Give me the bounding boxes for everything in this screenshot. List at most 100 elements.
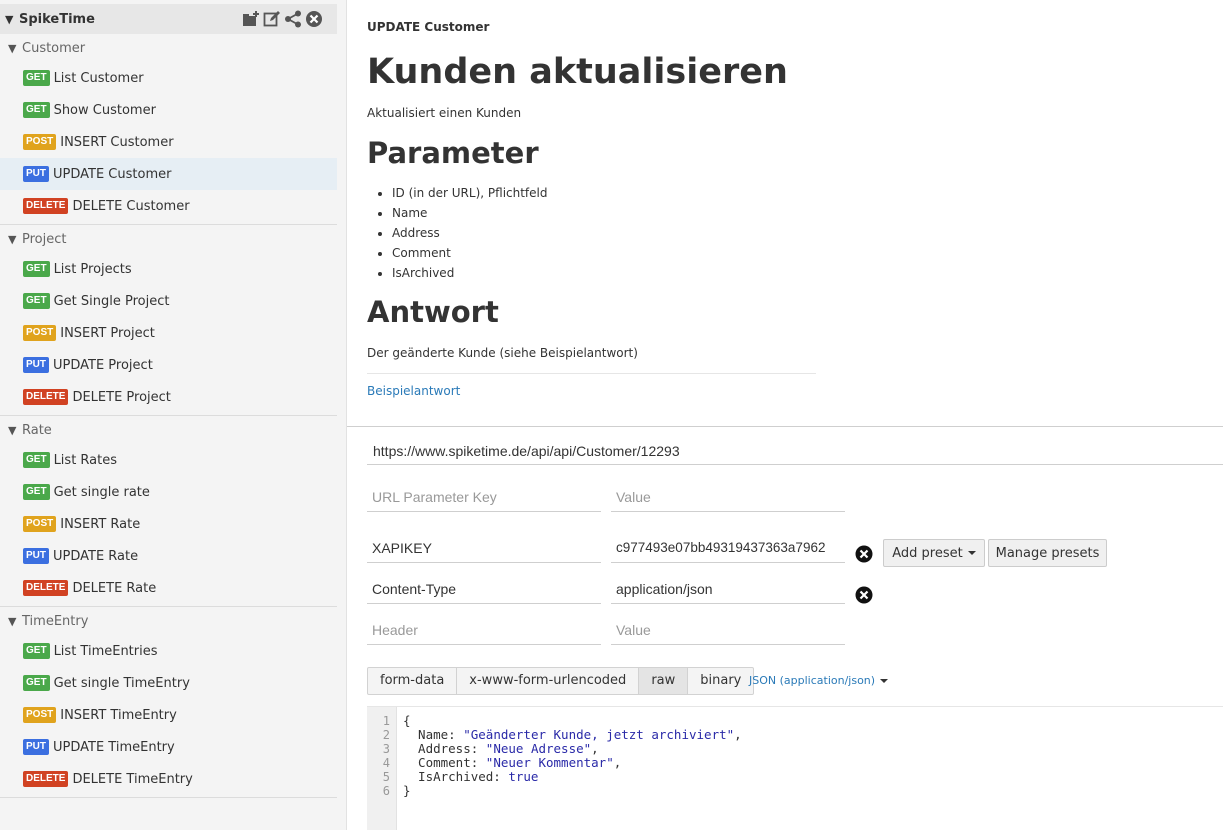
body-mode-dropdown[interactable]: JSON (application/json) <box>749 674 889 687</box>
collapse-triangle-icon[interactable]: ▼ <box>8 42 22 55</box>
header-key-input[interactable]: Header <box>367 615 601 645</box>
request-name: DELETE Customer <box>72 198 190 214</box>
manage-presets-button[interactable]: Manage presets <box>988 539 1107 567</box>
edit-icon[interactable] <box>263 10 281 28</box>
method-badge: PUT <box>23 548 49 564</box>
folder-name: TimeEntry <box>22 613 89 629</box>
folder-header[interactable]: ▼ TimeEntry <box>0 607 337 635</box>
sidebar-request-item[interactable]: GET List Customer <box>0 62 337 94</box>
collapse-triangle-icon[interactable]: ▼ <box>8 233 22 246</box>
method-badge: DELETE <box>23 771 69 787</box>
collapse-triangle-icon[interactable]: ▼ <box>5 13 17 26</box>
header-value-input[interactable]: application/json <box>611 574 845 604</box>
sidebar-request-item[interactable]: POST INSERT TimeEntry <box>0 699 337 731</box>
parameter-item: Name <box>392 204 548 224</box>
folder-add-icon[interactable] <box>242 10 260 28</box>
method-badge: POST <box>23 707 57 723</box>
collection-tools <box>242 10 323 28</box>
tab-raw[interactable]: raw <box>639 668 689 694</box>
request-name: UPDATE TimeEntry <box>53 739 175 755</box>
sidebar-request-item[interactable]: GET List Projects <box>0 253 337 285</box>
sidebar-request-item[interactable]: GET List TimeEntries <box>0 635 337 667</box>
remove-header-icon[interactable] <box>855 586 873 604</box>
sidebar-request-item[interactable]: GET Show Customer <box>0 94 337 126</box>
folder-name: Rate <box>22 422 52 438</box>
request-name: DELETE Project <box>72 389 171 405</box>
sidebar-request-item[interactable]: PUT UPDATE TimeEntry <box>0 731 337 763</box>
parameter-heading: Parameter <box>367 136 539 170</box>
folder-header[interactable]: ▼ Rate <box>0 416 337 444</box>
request-name: INSERT Customer <box>60 134 174 150</box>
sidebar-request-item[interactable]: GET Get single TimeEntry <box>0 667 337 699</box>
method-badge: DELETE <box>23 389 69 405</box>
sidebar-request-item[interactable]: PUT UPDATE Project <box>0 349 337 381</box>
sidebar-request-item[interactable]: PUT UPDATE Customer <box>0 158 337 190</box>
folder-name: Project <box>22 231 67 247</box>
collapse-triangle-icon[interactable]: ▼ <box>8 615 22 628</box>
method-badge: DELETE <box>23 580 69 596</box>
sidebar-request-item[interactable]: POST INSERT Project <box>0 317 337 349</box>
line-number: 3 <box>382 742 390 756</box>
sidebar-request-item[interactable]: GET Get Single Project <box>0 285 337 317</box>
request-name: UPDATE Rate <box>53 548 139 564</box>
request-name: List Rates <box>53 452 118 468</box>
url-param-key-input[interactable]: URL Parameter Key <box>367 482 601 512</box>
close-circle-icon[interactable] <box>305 10 323 28</box>
code-content[interactable]: { Name: "Geänderter Kunde, jetzt archivi… <box>403 714 742 798</box>
sidebar-request-item[interactable]: GET List Rates <box>0 444 337 476</box>
parameter-item: ID (in der URL), Pflichtfeld <box>392 184 548 204</box>
folder-rate: ▼ Rate GET List Rates GET Get single rate POST… <box>0 416 337 607</box>
sidebar-request-item[interactable]: GET Get single rate <box>0 476 337 508</box>
request-name: List TimeEntries <box>53 643 158 659</box>
request-name: List Projects <box>53 261 132 277</box>
method-badge: GET <box>23 675 50 691</box>
code-line: { <box>403 713 411 728</box>
sidebar-request-item[interactable]: PUT UPDATE Rate <box>0 540 337 572</box>
sidebar-request-item[interactable]: DELETE DELETE Project <box>0 381 337 413</box>
sidebar-request-item[interactable]: POST INSERT Customer <box>0 126 337 158</box>
parameter-item: Comment <box>392 244 548 264</box>
collapse-triangle-icon[interactable]: ▼ <box>8 424 22 437</box>
sidebar-request-item[interactable]: DELETE DELETE Rate <box>0 572 337 604</box>
url-input[interactable]: https://www.spiketime.de/api/api/Custome… <box>367 437 1223 465</box>
tab-binary[interactable]: binary <box>688 668 753 694</box>
body-mode-label: JSON (application/json) <box>749 674 876 687</box>
sidebar-request-item[interactable]: DELETE DELETE Customer <box>0 190 337 222</box>
tab-x-www-form-urlencoded[interactable]: x-www-form-urlencoded <box>457 668 640 694</box>
add-preset-button[interactable]: Add preset <box>883 539 985 567</box>
url-param-value-input[interactable]: Value <box>611 482 845 512</box>
tab-form-data[interactable]: form-data <box>368 668 458 694</box>
divider <box>367 373 816 374</box>
line-number: 4 <box>382 756 390 770</box>
method-badge: POST <box>23 325 57 341</box>
request-name: Get single TimeEntry <box>53 675 190 691</box>
method-badge: GET <box>23 643 50 659</box>
body-editor[interactable]: 123456 { Name: "Geänderter Kunde, jetzt … <box>367 706 1223 830</box>
header-key-input[interactable]: XAPIKEY <box>367 533 601 563</box>
chevron-down-icon <box>967 551 976 555</box>
request-name: INSERT TimeEntry <box>60 707 177 723</box>
folder-header[interactable]: ▼ Customer <box>0 34 337 62</box>
line-number-gutter: 123456 <box>367 707 397 830</box>
request-name: DELETE Rate <box>72 580 157 596</box>
request-name: Show Customer <box>53 102 156 118</box>
method-badge: PUT <box>23 166 49 182</box>
header-key-input[interactable]: Content-Type <box>367 574 601 604</box>
parameter-item: IsArchived <box>392 264 548 284</box>
collection-header[interactable]: ▼ SpikeTime <box>0 4 337 34</box>
sidebar-request-item[interactable]: DELETE DELETE TimeEntry <box>0 763 337 795</box>
method-badge: GET <box>23 484 50 500</box>
add-preset-label: Add preset <box>892 545 963 561</box>
folder-customer: ▼ Customer GET List Customer GET Show Custome… <box>0 34 337 225</box>
remove-header-icon[interactable] <box>855 545 873 563</box>
folder-header[interactable]: ▼ Project <box>0 225 337 253</box>
method-badge: GET <box>23 261 50 277</box>
example-response-link[interactable]: Beispielantwort <box>367 384 460 398</box>
method-badge: POST <box>23 134 57 150</box>
sidebar-request-item[interactable]: POST INSERT Rate <box>0 508 337 540</box>
header-value-input[interactable]: Value <box>611 615 845 645</box>
share-icon[interactable] <box>284 10 302 28</box>
answer-heading: Antwort <box>367 295 499 329</box>
request-name: UPDATE Project <box>53 357 153 373</box>
header-value-input[interactable]: c977493e07bb49319437363a7962 <box>611 533 845 563</box>
